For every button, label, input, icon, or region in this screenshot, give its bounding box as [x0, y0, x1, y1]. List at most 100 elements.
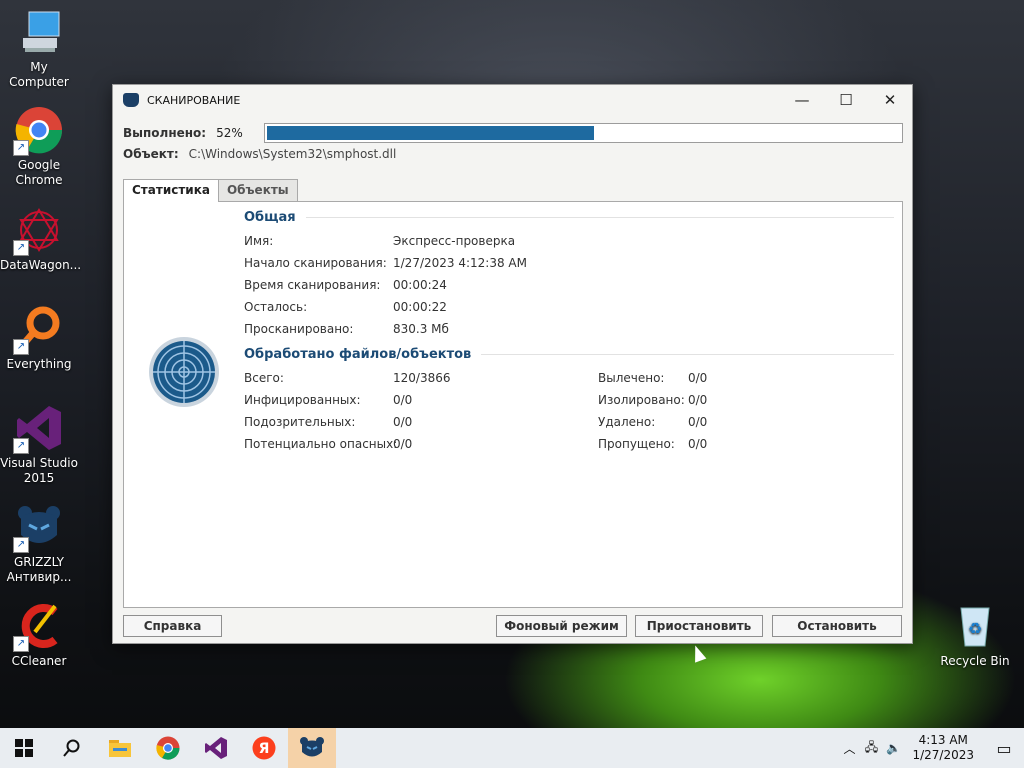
clock-date: 1/27/2023	[912, 748, 974, 762]
close-button[interactable]: ✕	[868, 85, 912, 115]
taskbar-yandex[interactable]: Я	[240, 728, 288, 768]
stat-value: 0/0	[393, 415, 413, 429]
stat-value: 120/3866	[393, 371, 451, 385]
progress-fill	[266, 126, 595, 140]
radar-target-icon	[148, 336, 220, 408]
minimize-icon: —	[794, 91, 810, 109]
stat-label: Изолировано:	[598, 393, 685, 407]
progress-label: Выполнено:	[123, 126, 207, 140]
desktop-icon-everything[interactable]: ↗ Everything	[0, 305, 78, 372]
stat-value: Экспресс-проверка	[393, 234, 516, 248]
stat-value: 0/0	[688, 371, 708, 385]
stat-value: 0/0	[688, 415, 708, 429]
section-processed-title: Обработано файлов/объектов	[244, 347, 472, 362]
chrome-icon	[156, 736, 180, 760]
notification-icon: ▭	[996, 738, 1012, 758]
windows-logo-icon	[15, 739, 33, 757]
svg-text:Я: Я	[259, 741, 270, 757]
shortcut-arrow-icon: ↗	[13, 140, 29, 156]
network-icon[interactable]: 🖧	[860, 738, 882, 759]
stat-value: 00:00:24	[393, 278, 447, 292]
start-button[interactable]	[0, 728, 48, 768]
stat-label: Пропущено:	[598, 437, 675, 451]
title-bar[interactable]: СКАНИРОВАНИЕ — ☐ ✕	[113, 85, 912, 115]
object-row: Объект: C:\Windows\System32\smphost.dll	[123, 147, 396, 161]
maximize-button[interactable]: ☐	[824, 85, 868, 115]
stop-button[interactable]: Остановить	[772, 615, 902, 637]
window-title: СКАНИРОВАНИЕ	[147, 93, 241, 107]
show-hidden-icons-button[interactable]: ︿	[838, 740, 860, 757]
stat-label: Начало сканирования:	[244, 256, 387, 270]
notifications-button[interactable]: ▭	[984, 739, 1024, 758]
shortcut-arrow-icon: ↗	[13, 537, 29, 553]
stat-value: 0/0	[393, 437, 413, 451]
taskbar-grizzly[interactable]	[288, 728, 336, 768]
grizzly-icon: ↗	[13, 503, 63, 553]
section-general-title: Общая	[244, 210, 296, 225]
help-button[interactable]: Справка	[123, 615, 222, 637]
recycle-bin-icon: ♻	[951, 602, 999, 650]
stat-value: 0/0	[688, 437, 708, 451]
stat-value: 0/0	[393, 393, 413, 407]
desktop-icon-grizzly[interactable]: ↗ GRIZZLY Антивир...	[0, 503, 78, 585]
shortcut-arrow-icon: ↗	[13, 438, 29, 454]
volume-icon[interactable]: 🔈	[882, 741, 904, 755]
shortcut-arrow-icon: ↗	[13, 339, 29, 355]
background-mode-button[interactable]: Фоновый режим	[496, 615, 627, 637]
desktop-icon-visual-studio[interactable]: ↗ Visual Studio 2015	[0, 404, 78, 486]
taskbar-file-explorer[interactable]	[96, 728, 144, 768]
taskbar-visual-studio[interactable]	[192, 728, 240, 768]
stat-label: Подозрительных:	[244, 415, 356, 429]
tab-objects[interactable]: Объекты	[217, 179, 298, 201]
search-icon	[63, 739, 80, 757]
maximize-icon: ☐	[839, 91, 853, 109]
stat-label: Имя:	[244, 234, 274, 248]
chevron-up-icon: ︿	[843, 741, 856, 756]
visual-studio-icon: ↗	[13, 404, 63, 454]
stat-label: Потенциально опасных:	[244, 437, 398, 451]
stat-label: Вылечено:	[598, 371, 665, 385]
shortcut-arrow-icon: ↗	[13, 240, 29, 256]
stat-value: 830.3 Мб	[393, 322, 449, 336]
scan-window: СКАНИРОВАНИЕ — ☐ ✕ Выполнено: 52% Объект…	[112, 84, 913, 644]
computer-icon	[15, 8, 63, 56]
stat-label: Просканировано:	[244, 322, 354, 336]
taskbar: Я ︿ 🖧 🔈 4:13 AM 1/27/2023 ▭	[0, 728, 1024, 768]
desktop-icon-datawagon[interactable]: ↗ DataWagon...	[0, 206, 81, 273]
svg-text:♻: ♻	[968, 619, 982, 638]
section-general: Общая	[244, 210, 894, 225]
datawagon-icon: ↗	[13, 206, 63, 256]
pause-button[interactable]: Приостановить	[635, 615, 763, 637]
clock[interactable]: 4:13 AM 1/27/2023	[912, 733, 974, 763]
taskbar-chrome[interactable]	[144, 728, 192, 768]
grizzly-icon	[300, 737, 324, 757]
desktop-icon-recycle-bin[interactable]: ♻ Recycle Bin	[936, 602, 1014, 669]
stat-label: Время сканирования:	[244, 278, 381, 292]
system-tray: ︿ 🖧 🔈 4:13 AM 1/27/2023 ▭	[838, 733, 1024, 763]
stat-label: Осталось:	[244, 300, 308, 314]
visual-studio-icon	[205, 737, 227, 759]
grizzly-logo-icon	[123, 93, 139, 107]
statistics-panel: Общая Имя: Экспресс-проверка Начало скан…	[123, 201, 903, 608]
desktop-icon-ccleaner[interactable]: ↗ CCleaner	[0, 602, 78, 669]
minimize-button[interactable]: —	[780, 85, 824, 115]
stat-value: 00:00:22	[393, 300, 447, 314]
search-button[interactable]	[48, 728, 96, 768]
desktop-icon-chrome[interactable]: ↗ Google Chrome	[0, 106, 78, 188]
desktop-icon-my-computer[interactable]: My Computer	[0, 8, 78, 90]
everything-icon: ↗	[13, 305, 63, 355]
progress-bar	[263, 123, 903, 143]
progress-percent: 52%	[216, 126, 243, 140]
tab-strip: Статистика Объекты	[123, 179, 298, 202]
progress-row: Выполнено: 52%	[123, 123, 903, 143]
object-label: Объект:	[123, 147, 179, 161]
folder-icon	[109, 740, 131, 757]
yandex-browser-icon: Я	[252, 736, 276, 760]
stat-label: Всего:	[244, 371, 284, 385]
tab-statistics[interactable]: Статистика	[123, 179, 219, 202]
object-path: C:\Windows\System32\smphost.dll	[188, 147, 397, 161]
stat-label: Удалено:	[598, 415, 656, 429]
clock-time: 4:13 AM	[918, 733, 968, 747]
stat-value: 0/0	[688, 393, 708, 407]
section-processed: Обработано файлов/объектов	[244, 347, 894, 362]
